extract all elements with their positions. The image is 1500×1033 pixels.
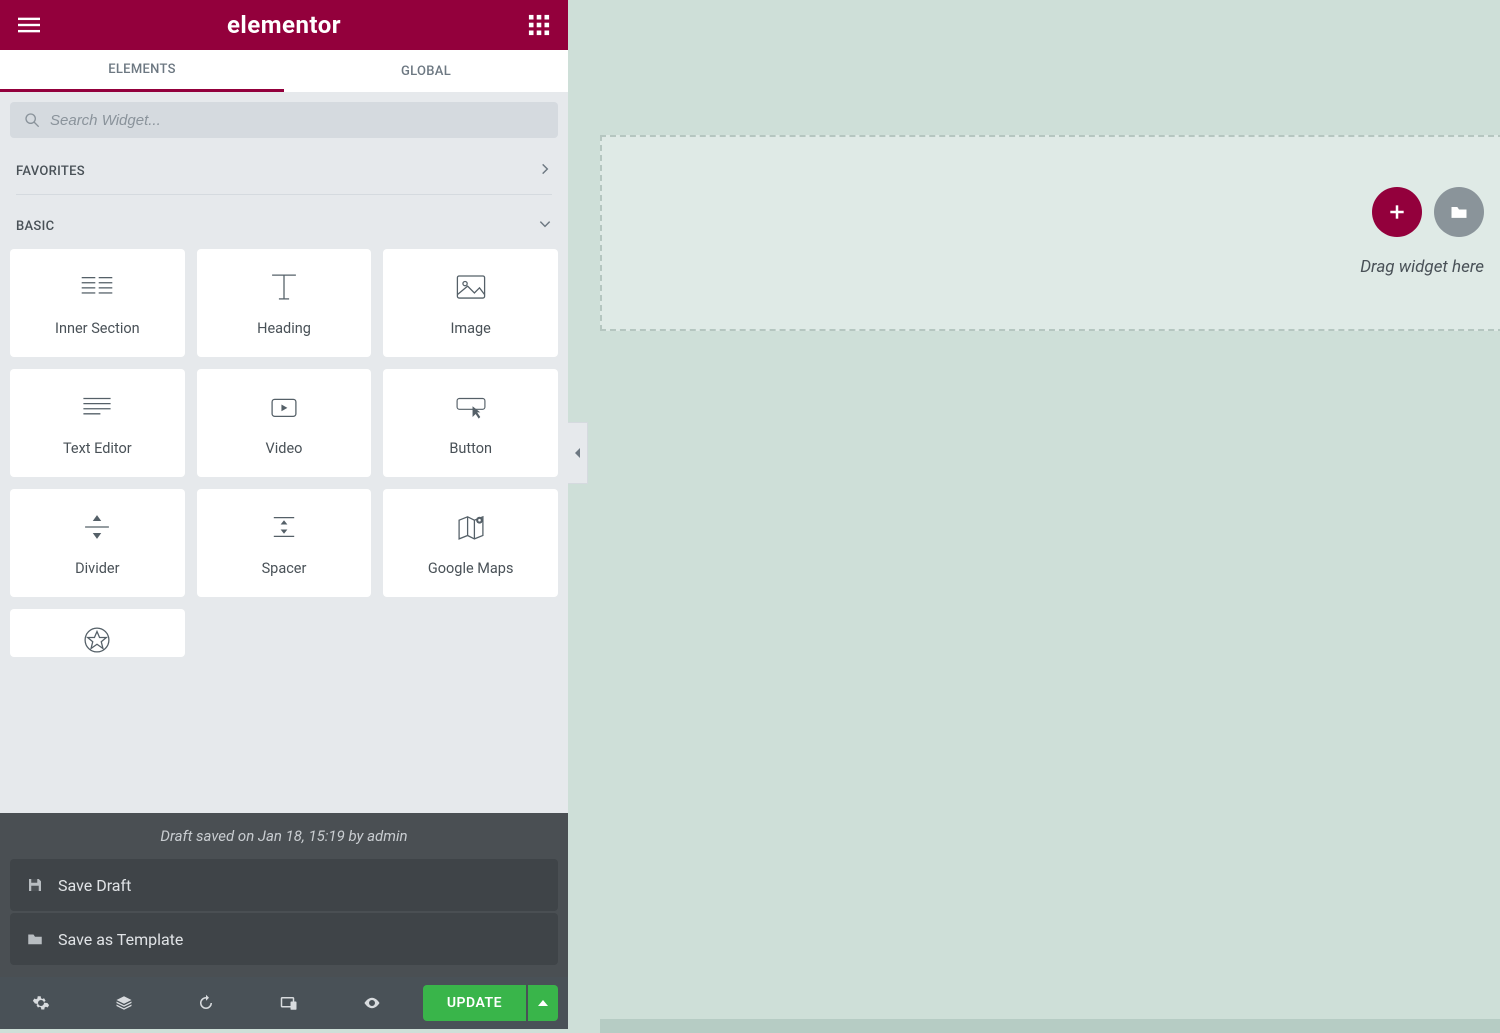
widget-icon-peek[interactable] (10, 609, 185, 657)
search-icon (24, 112, 40, 128)
tab-global[interactable]: GLOBAL (284, 50, 568, 92)
map-icon (454, 510, 488, 544)
inner-section-icon (80, 270, 114, 304)
add-section-button[interactable] (1372, 187, 1422, 237)
chevron-down-icon (538, 217, 552, 235)
text-editor-icon (80, 390, 114, 424)
category-favorites-label: FAVORITES (16, 164, 85, 179)
collapse-sidebar-button[interactable] (568, 422, 588, 484)
widgets-grid: Inner Section Heading Image Text Editor … (10, 249, 558, 609)
widget-inner-section[interactable]: Inner Section (10, 249, 185, 357)
apps-button[interactable] (528, 14, 550, 36)
navigator-button[interactable] (83, 977, 166, 1029)
chevron-left-icon (573, 448, 583, 458)
widget-text-editor[interactable]: Text Editor (10, 369, 185, 477)
widget-label: Image (450, 320, 490, 337)
widget-label: Divider (75, 560, 119, 577)
category-basic[interactable]: BASIC (0, 203, 568, 249)
brand-title: elementor (227, 11, 341, 39)
editor-canvas[interactable]: Drag widget here (600, 0, 1500, 1029)
history-button[interactable] (165, 977, 248, 1029)
save-template-button[interactable]: Save as Template (10, 913, 558, 965)
editor-sidebar: elementor ELEMENTS GLOBAL FAVORITES BASI… (0, 0, 568, 1029)
spacer-icon (267, 510, 301, 544)
save-status-text: Draft saved on Jan 18, 15:19 by admin (10, 827, 558, 845)
divider-icon (80, 510, 114, 544)
category-basic-label: BASIC (16, 219, 54, 234)
update-button[interactable]: UPDATE (423, 985, 526, 1021)
eye-icon (363, 994, 381, 1012)
widget-image[interactable]: Image (383, 249, 558, 357)
save-icon (26, 876, 44, 894)
widget-button[interactable]: Button (383, 369, 558, 477)
save-options-panel: Draft saved on Jan 18, 15:19 by admin Sa… (0, 813, 568, 977)
category-favorites[interactable]: FAVORITES (0, 148, 568, 194)
responsive-button[interactable] (248, 977, 331, 1029)
devices-icon (280, 994, 298, 1012)
layers-icon (115, 994, 133, 1012)
widget-label: Inner Section (55, 320, 140, 337)
tab-elements[interactable]: ELEMENTS (0, 50, 284, 92)
update-options-button[interactable] (528, 985, 558, 1021)
search-container (0, 92, 568, 148)
divider-line (16, 194, 552, 195)
widget-label: Spacer (262, 560, 307, 577)
add-template-button[interactable] (1434, 187, 1484, 237)
save-draft-button[interactable]: Save Draft (10, 859, 558, 911)
drop-hint-text: Drag widget here (1360, 257, 1484, 277)
settings-button[interactable] (0, 977, 83, 1029)
widget-label: Text Editor (63, 440, 132, 457)
chevron-right-icon (538, 162, 552, 180)
widget-heading[interactable]: Heading (197, 249, 372, 357)
widget-label: Google Maps (428, 560, 514, 577)
gear-icon (32, 994, 50, 1012)
search-field[interactable] (10, 102, 558, 138)
save-draft-label: Save Draft (58, 876, 131, 895)
plus-icon (1387, 202, 1407, 222)
widget-label: Button (449, 440, 492, 457)
history-icon (197, 994, 215, 1012)
image-icon (454, 270, 488, 304)
widget-video[interactable]: Video (197, 369, 372, 477)
widget-spacer[interactable]: Spacer (197, 489, 372, 597)
widgets-grid-row-peek (10, 609, 558, 669)
widget-google-maps[interactable]: Google Maps (383, 489, 558, 597)
folder-icon (1449, 202, 1469, 222)
hamburger-icon (18, 14, 40, 36)
sidebar-tabs: ELEMENTS GLOBAL (0, 50, 568, 92)
menu-button[interactable] (18, 14, 40, 36)
widget-label: Heading (257, 320, 311, 337)
drop-zone-actions (1372, 187, 1484, 237)
grid-icon (528, 14, 550, 36)
widgets-area: Inner Section Heading Image Text Editor … (0, 249, 568, 813)
canvas-bottom-strip (600, 1019, 1500, 1033)
search-input[interactable] (50, 112, 544, 129)
sidebar-footer: UPDATE (0, 977, 568, 1029)
save-template-label: Save as Template (58, 930, 183, 949)
folder-icon (26, 930, 44, 948)
widget-label: Video (266, 440, 303, 457)
star-icon (80, 623, 114, 657)
video-icon (267, 390, 301, 424)
heading-icon (267, 270, 301, 304)
button-icon (454, 390, 488, 424)
drop-zone[interactable]: Drag widget here (600, 135, 1500, 331)
sidebar-header: elementor (0, 0, 568, 50)
preview-button[interactable] (330, 977, 413, 1029)
update-group: UPDATE (413, 977, 568, 1029)
widget-divider[interactable]: Divider (10, 489, 185, 597)
caret-up-icon (538, 998, 548, 1008)
